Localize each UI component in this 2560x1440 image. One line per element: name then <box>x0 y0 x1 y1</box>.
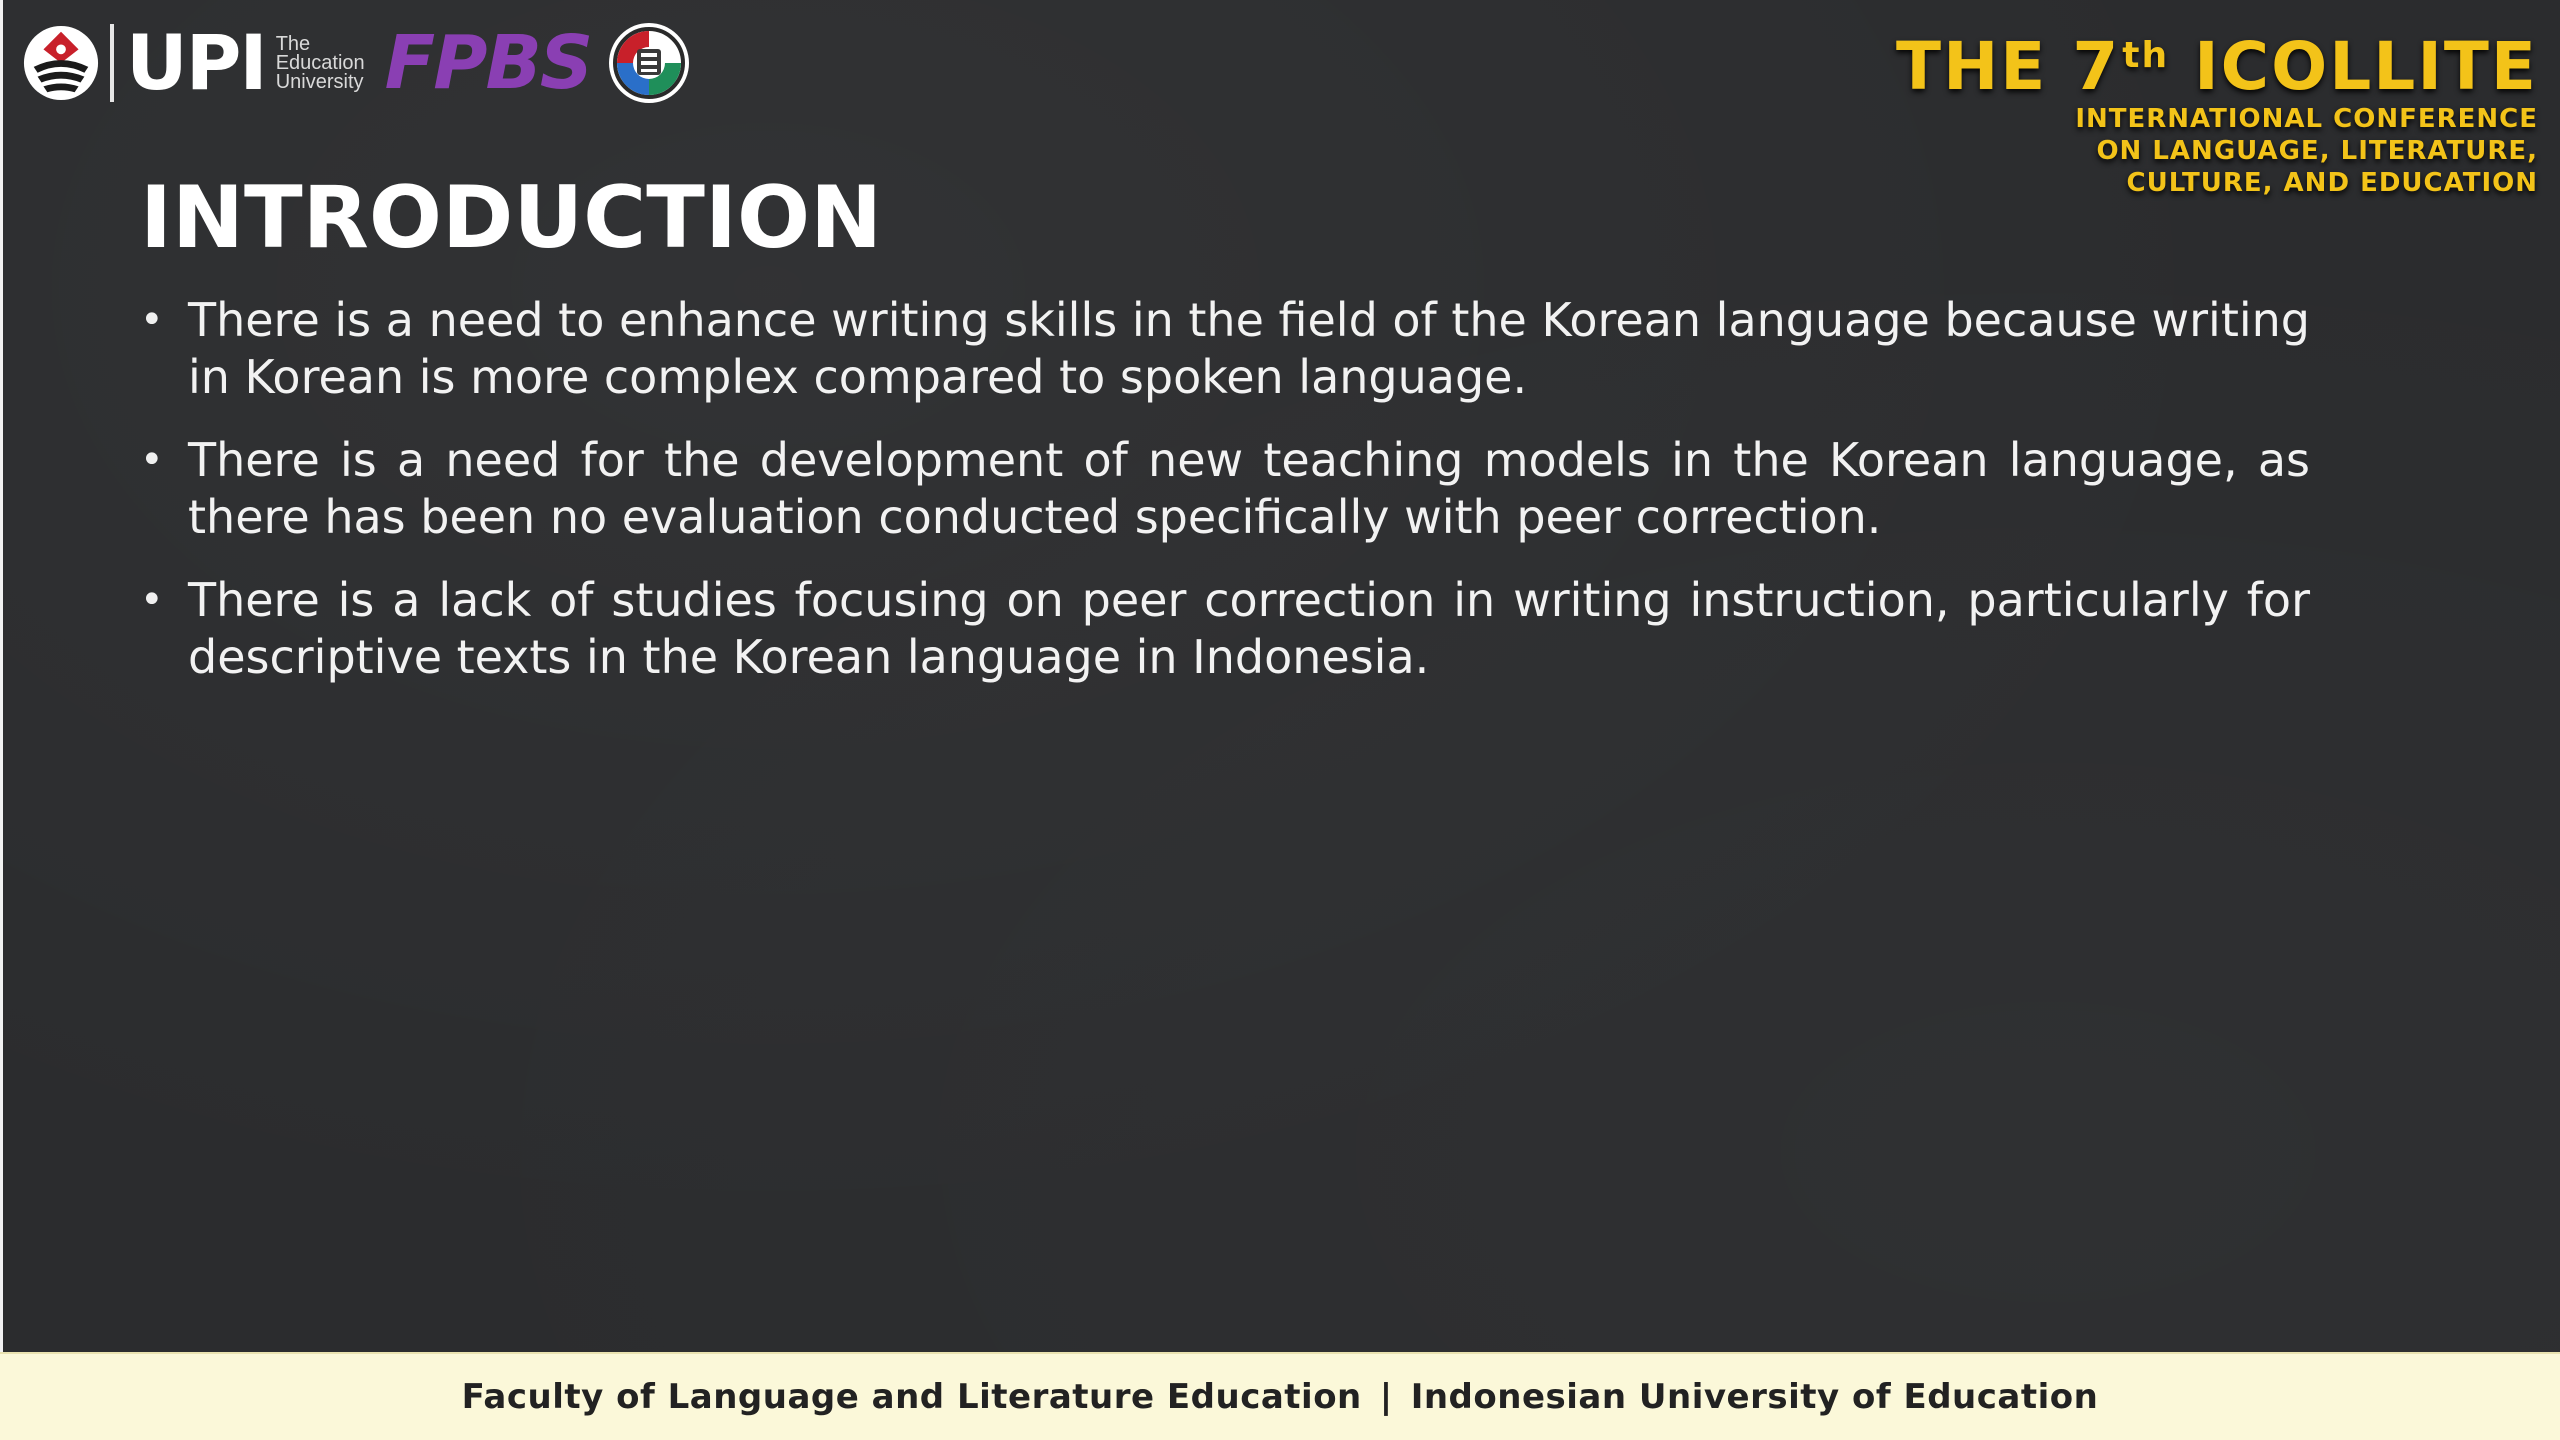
conference-subtitle-line: CULTURE, AND EDUCATION <box>2126 168 2538 198</box>
fpbs-logo: FPBS <box>384 20 593 106</box>
slide-left-edge <box>0 0 3 1360</box>
bullet-list: • There is a need to enhance writing ski… <box>140 292 2310 712</box>
conference-badge: THE 7th ICOLLITE INTERNATIONAL CONFERENC… <box>1896 20 2538 199</box>
conference-subtitle-line: INTERNATIONAL CONFERENCE <box>2075 104 2538 134</box>
conference-title-name: ICOLLITE <box>2194 28 2538 105</box>
bullet-item: • There is a lack of studies focusing on… <box>140 572 2310 686</box>
upi-emblem-icon <box>23 25 99 101</box>
conference-title-ordinal: th <box>2122 35 2170 76</box>
bullet-icon: • <box>140 437 164 483</box>
university-seal-icon <box>609 23 690 103</box>
upi-wordmark: UPI <box>126 18 268 107</box>
logo-row: UPI The Education University FPBS <box>22 18 691 108</box>
presentation-slide: UPI The Education University FPBS THE 7t… <box>0 0 2560 1440</box>
footer-bar: Faculty of Language and Literature Educa… <box>0 1352 2560 1440</box>
conference-subtitle-line: ON LANGUAGE, LITERATURE, <box>2096 136 2538 166</box>
upi-subtext-line: University <box>275 70 364 93</box>
bullet-item: • There is a need for the development of… <box>140 432 2310 546</box>
upi-subtext-line: Education <box>275 51 365 74</box>
bullet-icon: • <box>140 297 164 343</box>
bullet-text: There is a need for the development of n… <box>188 433 2310 544</box>
bullet-item: • There is a need to enhance writing ski… <box>140 292 2310 406</box>
upi-subtext: The Education University <box>275 32 365 93</box>
footer-university: Indonesian University of Education <box>1410 1377 2099 1417</box>
conference-title-prefix: THE 7 <box>1896 28 2121 105</box>
logo-divider <box>110 24 114 102</box>
footer-faculty: Faculty of Language and Literature Educa… <box>461 1377 1362 1417</box>
footer-text: Faculty of Language and Literature Educa… <box>462 1377 2099 1417</box>
upi-subtext-line: The <box>275 32 311 55</box>
bullet-text: There is a need to enhance writing skill… <box>188 293 2310 404</box>
bullet-text: There is a lack of studies focusing on p… <box>188 573 2310 684</box>
slide-title: INTRODUCTION <box>140 168 883 268</box>
conference-title: THE 7th ICOLLITE <box>1896 20 2538 103</box>
footer-separator: | <box>1379 1377 1393 1417</box>
bullet-icon: • <box>140 577 164 623</box>
